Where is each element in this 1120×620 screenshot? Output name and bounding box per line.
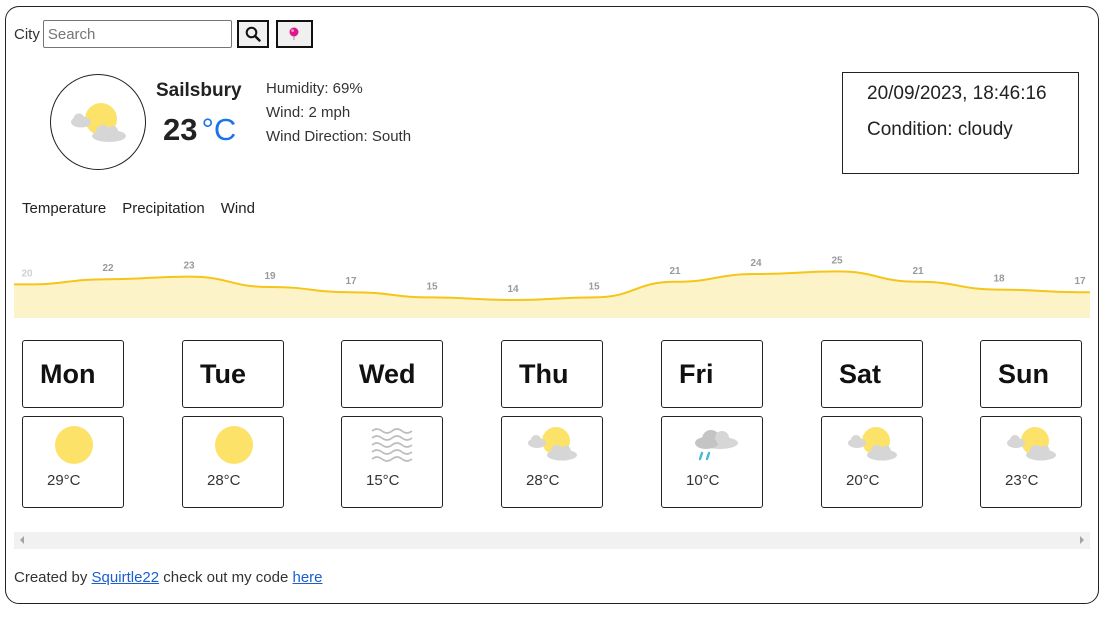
- sun-icon: [55, 426, 93, 464]
- day-label: Tue: [200, 359, 246, 389]
- rain-cloud-icon: [695, 430, 738, 461]
- temperature-value: 23: [163, 112, 198, 147]
- forecast-card-fri: 10°C: [661, 416, 763, 508]
- footer-middle: check out my code: [159, 569, 293, 586]
- chart-data-label: 17: [345, 276, 357, 287]
- day-temperature: 28°C: [207, 472, 241, 489]
- partly-cloudy-icon: [1007, 427, 1056, 461]
- humidity-text: Humidity: 69%: [266, 80, 363, 97]
- tab-wind[interactable]: Wind: [221, 200, 255, 217]
- chart-data-label: 15: [426, 281, 438, 292]
- chart-data-label: 23: [183, 261, 195, 272]
- chart-data-label: 17: [1074, 276, 1086, 287]
- day-temperature: 20°C: [846, 472, 880, 489]
- day-label: Fri: [679, 359, 714, 389]
- day-label: Sun: [998, 359, 1049, 389]
- chart-area-fill: [14, 271, 1090, 318]
- weather-stats: Humidity: 69% Wind: 2 mph Wind Direction…: [266, 77, 411, 149]
- forecast-card-tue: 28°C: [182, 416, 284, 508]
- day-name-fri: Fri: [661, 340, 763, 408]
- chart-data-label: 14: [507, 284, 519, 295]
- current-temperature: 23 °C: [163, 112, 236, 148]
- chart-data-label: 18: [993, 274, 1005, 285]
- day-temperature: 10°C: [686, 472, 720, 489]
- chart-data-label: 24: [750, 258, 762, 269]
- day-name-tue: Tue: [182, 340, 284, 408]
- forecast-card-thu: 28°C: [501, 416, 603, 508]
- location-pin-icon: [289, 27, 299, 40]
- search-button[interactable]: [236, 20, 269, 48]
- day-name-sat: Sat: [821, 340, 923, 408]
- sun-icon: [215, 426, 253, 464]
- chart-data-label: 19: [264, 271, 276, 282]
- forecast-card-mon: 29°C: [22, 416, 124, 508]
- magnifier-icon: [245, 26, 261, 42]
- condition-text: Condition: cloudy: [867, 119, 1013, 140]
- city-name: Sailsbury: [156, 80, 242, 101]
- chart-data-label: 21: [669, 266, 681, 277]
- day-label: Thu: [519, 359, 569, 389]
- chart-data-label: 22: [102, 263, 114, 274]
- chart-data-label: 20: [21, 268, 33, 279]
- footer-prefix: Created by: [14, 569, 92, 586]
- datetime-box: 20/09/2023, 18:46:16 Condition: cloudy: [842, 72, 1079, 174]
- partly-cloudy-icon: [71, 103, 126, 142]
- chart-data-label: 25: [831, 255, 843, 266]
- day-name-thu: Thu: [501, 340, 603, 408]
- forecast-card-sat: 20°C: [821, 416, 923, 508]
- footer: Created by Squirtle22 check out my code …: [14, 569, 323, 586]
- temperature-chart: 20 22 23 19 17 15 14 15 21 24 25 21 18 17: [14, 255, 1090, 318]
- day-label: Sat: [839, 359, 882, 389]
- day-name-mon: Mon: [22, 340, 124, 408]
- code-link[interactable]: here: [293, 569, 323, 586]
- day-temperature: 15°C: [366, 472, 400, 489]
- day-temperature: 28°C: [526, 472, 560, 489]
- chart-data-label: 15: [588, 281, 600, 292]
- city-label: City: [14, 25, 40, 43]
- location-button[interactable]: [275, 20, 313, 48]
- wind-text: Wind: 2 mph: [266, 104, 351, 121]
- search-input[interactable]: [42, 20, 232, 48]
- temperature-unit: °C: [201, 112, 237, 147]
- partly-cloudy-icon: [528, 427, 577, 461]
- chart-tabs: Temperature Precipitation Wind: [22, 200, 271, 217]
- tab-temperature[interactable]: Temperature: [22, 200, 106, 217]
- partly-cloudy-icon: [848, 427, 897, 461]
- chart-data-label: 21: [912, 266, 924, 277]
- fog-icon: [371, 428, 413, 462]
- current-weather-icon-circle: [50, 74, 146, 170]
- horizontal-scrollbar[interactable]: [14, 532, 1090, 549]
- day-name-sun: Sun: [980, 340, 1082, 408]
- search-bar: City: [14, 20, 313, 48]
- day-name-wed: Wed: [341, 340, 443, 408]
- day-label: Mon: [40, 359, 96, 389]
- day-temperature: 29°C: [47, 472, 81, 489]
- day-label: Wed: [359, 359, 416, 389]
- forecast-card-wed: 15°C: [341, 416, 443, 508]
- tab-precipitation[interactable]: Precipitation: [122, 200, 205, 217]
- author-link[interactable]: Squirtle22: [92, 569, 160, 586]
- wind-direction-text: Wind Direction: South: [266, 128, 412, 145]
- day-temperature: 23°C: [1005, 472, 1039, 489]
- datetime-text: 20/09/2023, 18:46:16: [867, 83, 1047, 104]
- scroll-right-arrow-icon[interactable]: [1080, 536, 1084, 544]
- scroll-left-arrow-icon[interactable]: [20, 536, 24, 544]
- forecast-card-sun: 23°C: [980, 416, 1082, 508]
